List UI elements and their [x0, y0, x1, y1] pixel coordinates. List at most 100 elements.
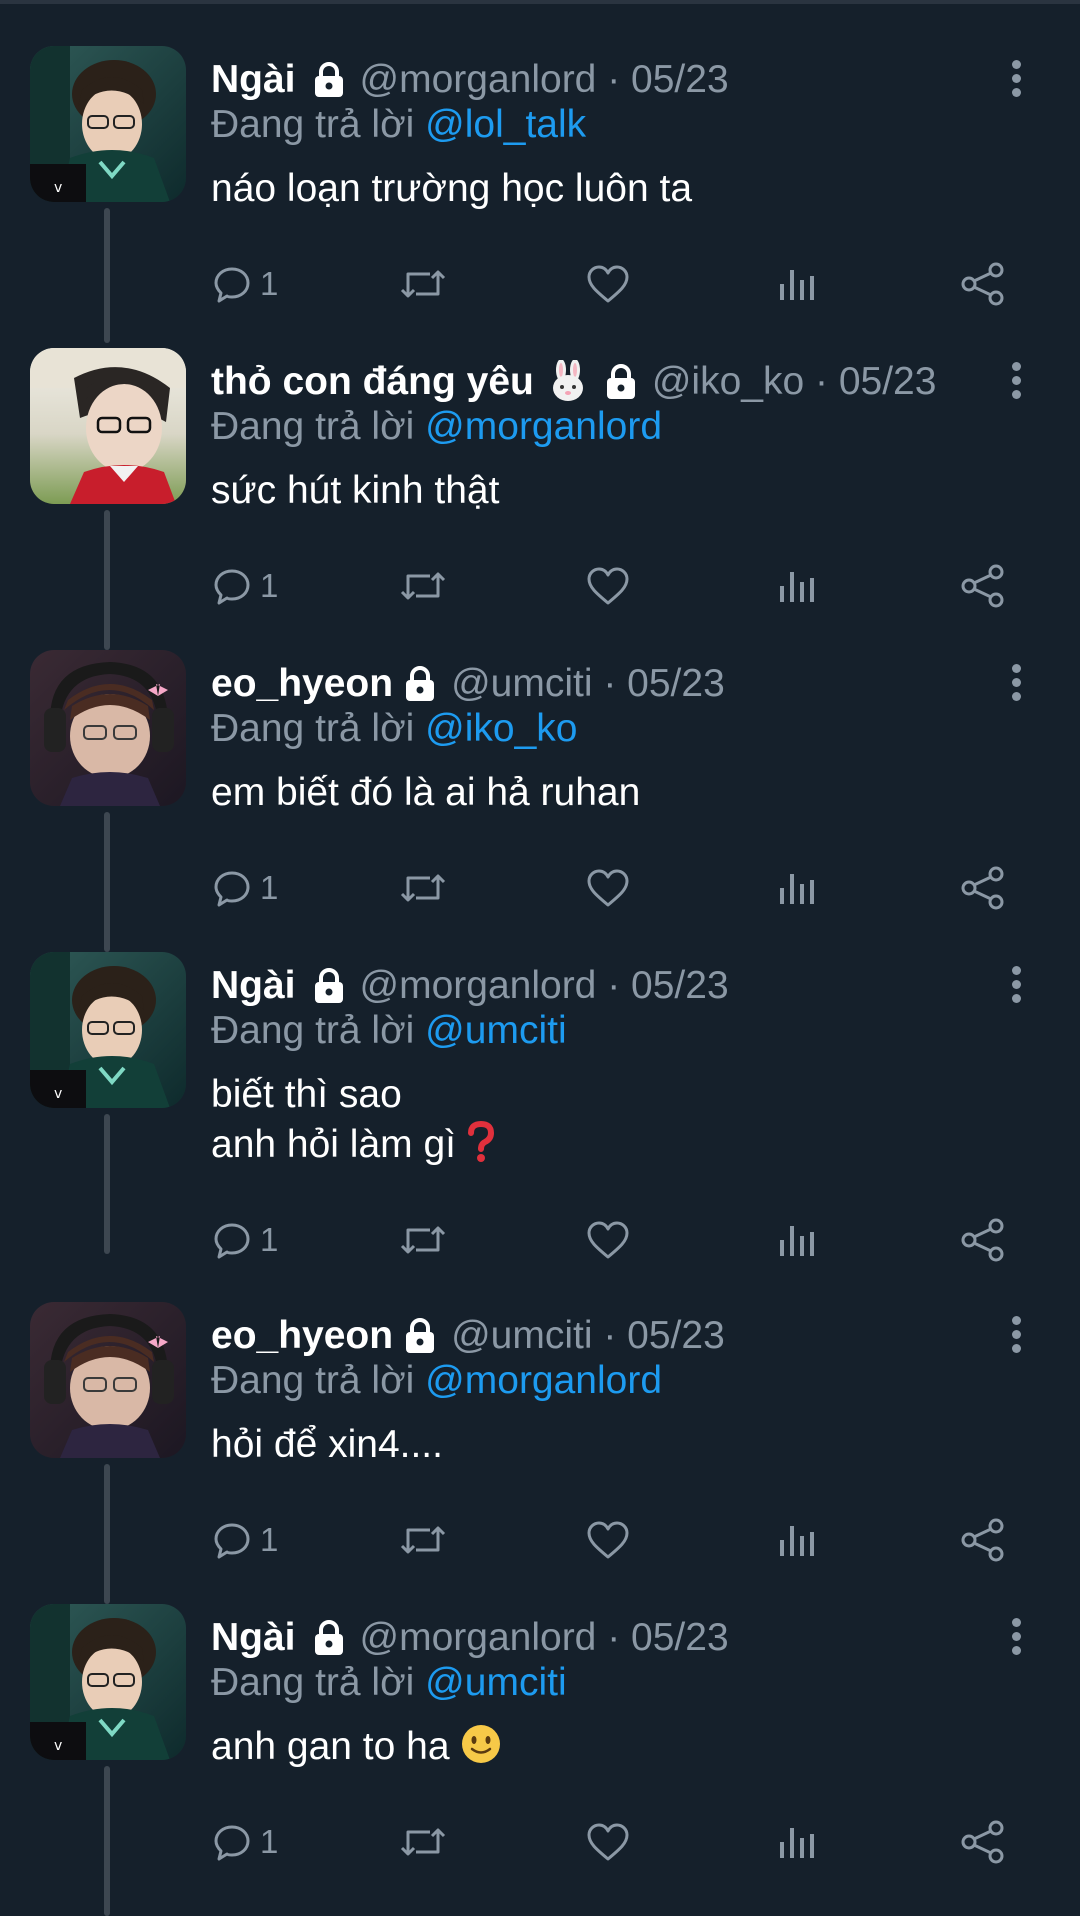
retweet-button[interactable] — [398, 556, 448, 616]
replying-label: Đang trả lời — [211, 707, 415, 750]
reply-icon — [214, 1825, 250, 1861]
replying-label: Đang trả lời — [211, 1661, 415, 1704]
replying-label: Đang trả lời — [211, 1009, 415, 1052]
retweet-button[interactable] — [398, 1510, 448, 1570]
replying-to-link[interactable]: @iko_ko — [425, 707, 577, 750]
heart-icon — [587, 265, 629, 303]
display-name[interactable]: Ngài — [211, 58, 296, 101]
handle[interactable]: @morganlord — [360, 58, 597, 101]
retweet-icon — [400, 874, 446, 902]
replying-to-link[interactable]: @umciti — [425, 1009, 566, 1052]
tweet-text-line: sức hút kinh thật — [211, 469, 500, 512]
handle[interactable]: @umciti — [451, 662, 592, 705]
tweet-actions: 1 — [0, 1812, 1080, 1872]
more-vertical-icon[interactable] — [1004, 358, 1028, 408]
analytics-icon — [780, 1526, 814, 1556]
display-name[interactable]: Ngài — [211, 1616, 296, 1659]
views-button[interactable] — [776, 858, 816, 918]
retweet-button[interactable] — [398, 1210, 448, 1270]
display-name[interactable]: eo_hyeon — [211, 662, 393, 705]
tweet-text: em biết đó là ai hả ruhan — [211, 768, 1011, 818]
views-button[interactable] — [776, 1210, 816, 1270]
share-button[interactable] — [960, 858, 1006, 918]
tweet[interactable]: v Ngài @morganlord · 05/23 Đang trả lời @… — [0, 46, 1080, 348]
replying-to: Đang trả lời @lol_talk — [211, 98, 586, 152]
heart-icon — [587, 1221, 629, 1259]
tweet[interactable]: eo_hyeon @umciti · 05/23 Đang trả lời @ik… — [0, 650, 1080, 952]
more-vertical-icon[interactable] — [1004, 660, 1028, 710]
like-button[interactable] — [586, 1812, 630, 1872]
tweet-text: anh gan to ha — [211, 1722, 1011, 1778]
like-button[interactable] — [586, 556, 630, 616]
tweet[interactable]: v Ngài @morganlord · 05/23 Đang trả lời @… — [0, 1604, 1080, 1906]
reply-button[interactable]: 1 — [212, 254, 278, 314]
retweet-button[interactable] — [398, 858, 448, 918]
like-button[interactable] — [586, 1510, 630, 1570]
share-button[interactable] — [960, 1210, 1006, 1270]
timestamp[interactable]: 05/23 — [631, 1616, 729, 1659]
separator-dot: · — [592, 662, 628, 705]
timestamp[interactable]: 05/23 — [631, 58, 729, 101]
share-button[interactable] — [960, 556, 1006, 616]
avatar[interactable]: v — [30, 46, 186, 202]
svg-text:v: v — [54, 1086, 62, 1102]
avatar[interactable] — [30, 1302, 186, 1458]
retweet-button[interactable] — [398, 254, 448, 314]
handle[interactable]: @iko_ko — [652, 360, 804, 403]
reply-button[interactable]: 1 — [212, 1812, 278, 1872]
tweet-actions: 1 — [0, 556, 1080, 616]
analytics-icon — [780, 874, 814, 904]
share-button[interactable] — [960, 254, 1006, 314]
handle[interactable]: @morganlord — [360, 964, 597, 1007]
tweet-text-line: hỏi để xin4.... — [211, 1423, 443, 1466]
replying-to-link[interactable]: @lol_talk — [425, 103, 586, 146]
tweet[interactable]: v Ngài @morganlord · 05/23 Đang trả lời @… — [0, 952, 1080, 1302]
avatar[interactable]: v — [30, 1604, 186, 1760]
timestamp[interactable]: 05/23 — [627, 1314, 725, 1357]
replying-to: Đang trả lời @umciti — [211, 1656, 567, 1710]
timestamp[interactable]: 05/23 — [631, 964, 729, 1007]
like-button[interactable] — [586, 1210, 630, 1270]
handle[interactable]: @morganlord — [360, 1616, 597, 1659]
analytics-icon — [780, 1226, 814, 1256]
reply-button[interactable]: 1 — [212, 1510, 278, 1570]
handle[interactable]: @umciti — [451, 1314, 592, 1357]
tweet-actions: 1 — [0, 858, 1080, 918]
analytics-icon — [780, 270, 814, 300]
display-name[interactable]: thỏ con đáng yêu — [211, 360, 534, 403]
replying-to-link[interactable]: @umciti — [425, 1661, 566, 1704]
reply-button[interactable]: 1 — [212, 1210, 278, 1270]
display-name[interactable]: Ngài — [211, 964, 296, 1007]
retweet-icon — [400, 270, 446, 298]
views-button[interactable] — [776, 556, 816, 616]
like-button[interactable] — [586, 254, 630, 314]
replying-to-link[interactable]: @morganlord — [425, 1359, 662, 1402]
more-vertical-icon[interactable] — [1004, 962, 1028, 1012]
tweet[interactable]: eo_hyeon @umciti · 05/23 Đang trả lời @mo… — [0, 1302, 1080, 1604]
timestamp[interactable]: 05/23 — [839, 360, 937, 403]
views-button[interactable] — [776, 254, 816, 314]
views-button[interactable] — [776, 1812, 816, 1872]
analytics-icon — [780, 572, 814, 602]
reply-count: 1 — [260, 869, 279, 906]
avatar[interactable] — [30, 348, 186, 504]
share-button[interactable] — [960, 1812, 1006, 1872]
avatar[interactable] — [30, 650, 186, 806]
reply-button[interactable]: 1 — [212, 556, 278, 616]
more-vertical-icon[interactable] — [1004, 1312, 1028, 1362]
like-button[interactable] — [586, 858, 630, 918]
red-question-mark-emoji — [466, 1120, 496, 1176]
more-vertical-icon[interactable] — [1004, 56, 1028, 106]
share-button[interactable] — [960, 1510, 1006, 1570]
views-button[interactable] — [776, 1510, 816, 1570]
reply-button[interactable]: 1 — [212, 858, 278, 918]
more-vertical-icon[interactable] — [1004, 1614, 1028, 1664]
tweet-text-line: biết thì sao — [211, 1073, 402, 1116]
avatar[interactable]: v — [30, 952, 186, 1108]
timestamp[interactable]: 05/23 — [627, 662, 725, 705]
retweet-button[interactable] — [398, 1812, 448, 1872]
replying-to-link[interactable]: @morganlord — [425, 405, 662, 448]
reply-icon — [214, 871, 250, 907]
display-name[interactable]: eo_hyeon — [211, 1314, 393, 1357]
tweet[interactable]: thỏ con đáng yêu @iko_ko · 05/23 Đang trả… — [0, 348, 1080, 650]
